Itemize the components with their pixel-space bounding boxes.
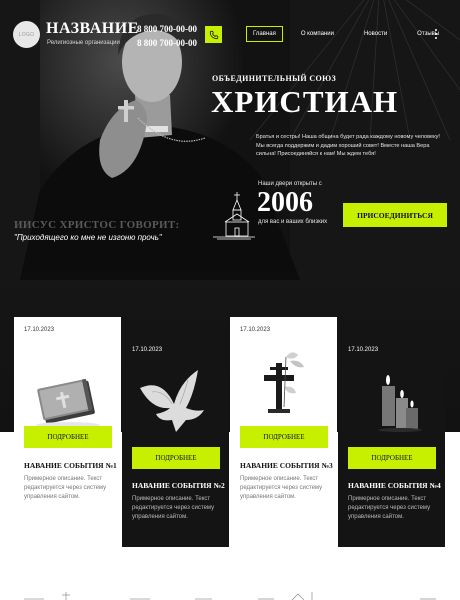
nav-item-news[interactable]: Новости: [358, 27, 393, 41]
nav-item-about[interactable]: О компании: [295, 27, 340, 41]
main-nav: Главная О компании Новости Отзывы: [246, 26, 445, 42]
nav-item-home[interactable]: Главная: [246, 26, 283, 42]
phone-icon: [209, 30, 218, 39]
hero-union-label: ОБЪЕДИНИТЕЛЬНЫЙ СОЮЗ: [212, 74, 337, 83]
details-button[interactable]: ПОДРОБНЕЕ: [240, 426, 328, 448]
event-date: 17.10.2023: [132, 347, 163, 353]
phone-numbers: 8 800 700-00-00 8 800 700-00-00: [137, 22, 197, 50]
event-title[interactable]: НАВАНИЕ СОБЫТИЯ №1: [24, 461, 117, 470]
event-date: 17.10.2023: [240, 327, 271, 333]
event-card-2[interactable]: 17.10.2023 ПОДРОБНЕЕ НАВАНИЕ СОБЫТИЯ №2 …: [122, 334, 229, 547]
event-card-1[interactable]: 17.10.2023 ПОДРОБНЕЕ НАВАНИЕ СОБЫТИЯ №1 …: [14, 317, 121, 515]
event-date: 17.10.2023: [24, 327, 55, 333]
event-description: Примерное описание. Текст редактируется …: [348, 496, 431, 520]
brand-title: НАЗВАНИЕ: [46, 20, 139, 37]
more-menu-icon[interactable]: [433, 29, 439, 39]
event-description: Примерное описание. Текст редактируется …: [240, 476, 323, 500]
year-subtitle: для вас и ваших близких: [258, 219, 328, 225]
details-button[interactable]: ПОДРОБНЕЕ: [132, 447, 220, 469]
event-title[interactable]: НАВАНИЕ СОБЫТИЯ №2: [132, 481, 225, 490]
founding-year: 2006: [257, 187, 313, 218]
dove-icon: [140, 370, 204, 432]
details-button[interactable]: ПОДРОБНЕЕ: [24, 426, 112, 448]
jesus-says-heading: ИИСУС ХРИСТОС ГОВОРИТ:: [14, 219, 180, 231]
candles-icon: [378, 375, 422, 432]
hero-title: ХРИСТИАН: [211, 84, 399, 119]
phone-number-2[interactable]: 8 800 700-00-00: [137, 36, 197, 50]
event-title[interactable]: НАВАНИЕ СОБЫТИЯ №4: [348, 481, 441, 490]
hero-lead-text: Братья и сестры! Наша община будет рада …: [256, 134, 440, 157]
brand-subtitle: Религиозные организации: [47, 40, 120, 46]
event-card-3[interactable]: 17.10.2023 ПОДРОБНЕЕ НАВАНИЕ СОБЫТИЯ №3 …: [230, 317, 337, 515]
details-button[interactable]: ПОДРОБНЕЕ: [348, 447, 436, 469]
nav-item-reviews[interactable]: Отзывы: [411, 27, 445, 41]
event-card-4[interactable]: 17.10.2023 ПОДРОБНЕЕ НАВАНИЕ СОБЫТИЯ №4 …: [338, 334, 445, 547]
church-icon: [213, 192, 255, 240]
next-section-icons: [24, 592, 436, 600]
event-date: 17.10.2023: [348, 347, 379, 353]
phone-number-1[interactable]: 8 800 700-00-00: [137, 22, 197, 36]
phone-call-button[interactable]: [205, 26, 222, 43]
event-description: Примерное описание. Текст редактируется …: [132, 496, 215, 520]
join-button[interactable]: ПРИСОЕДИНИТЬСЯ: [343, 203, 447, 227]
logo[interactable]: LOGO: [13, 21, 40, 48]
hero-quote: "Приходящего ко мне не изгоню прочь": [14, 233, 162, 242]
event-title[interactable]: НАВАНИЕ СОБЫТИЯ №3: [240, 461, 333, 470]
cross-lily-icon: [264, 352, 304, 413]
bible-icon: [36, 378, 100, 428]
event-description: Примерное описание. Текст редактируется …: [24, 476, 107, 500]
